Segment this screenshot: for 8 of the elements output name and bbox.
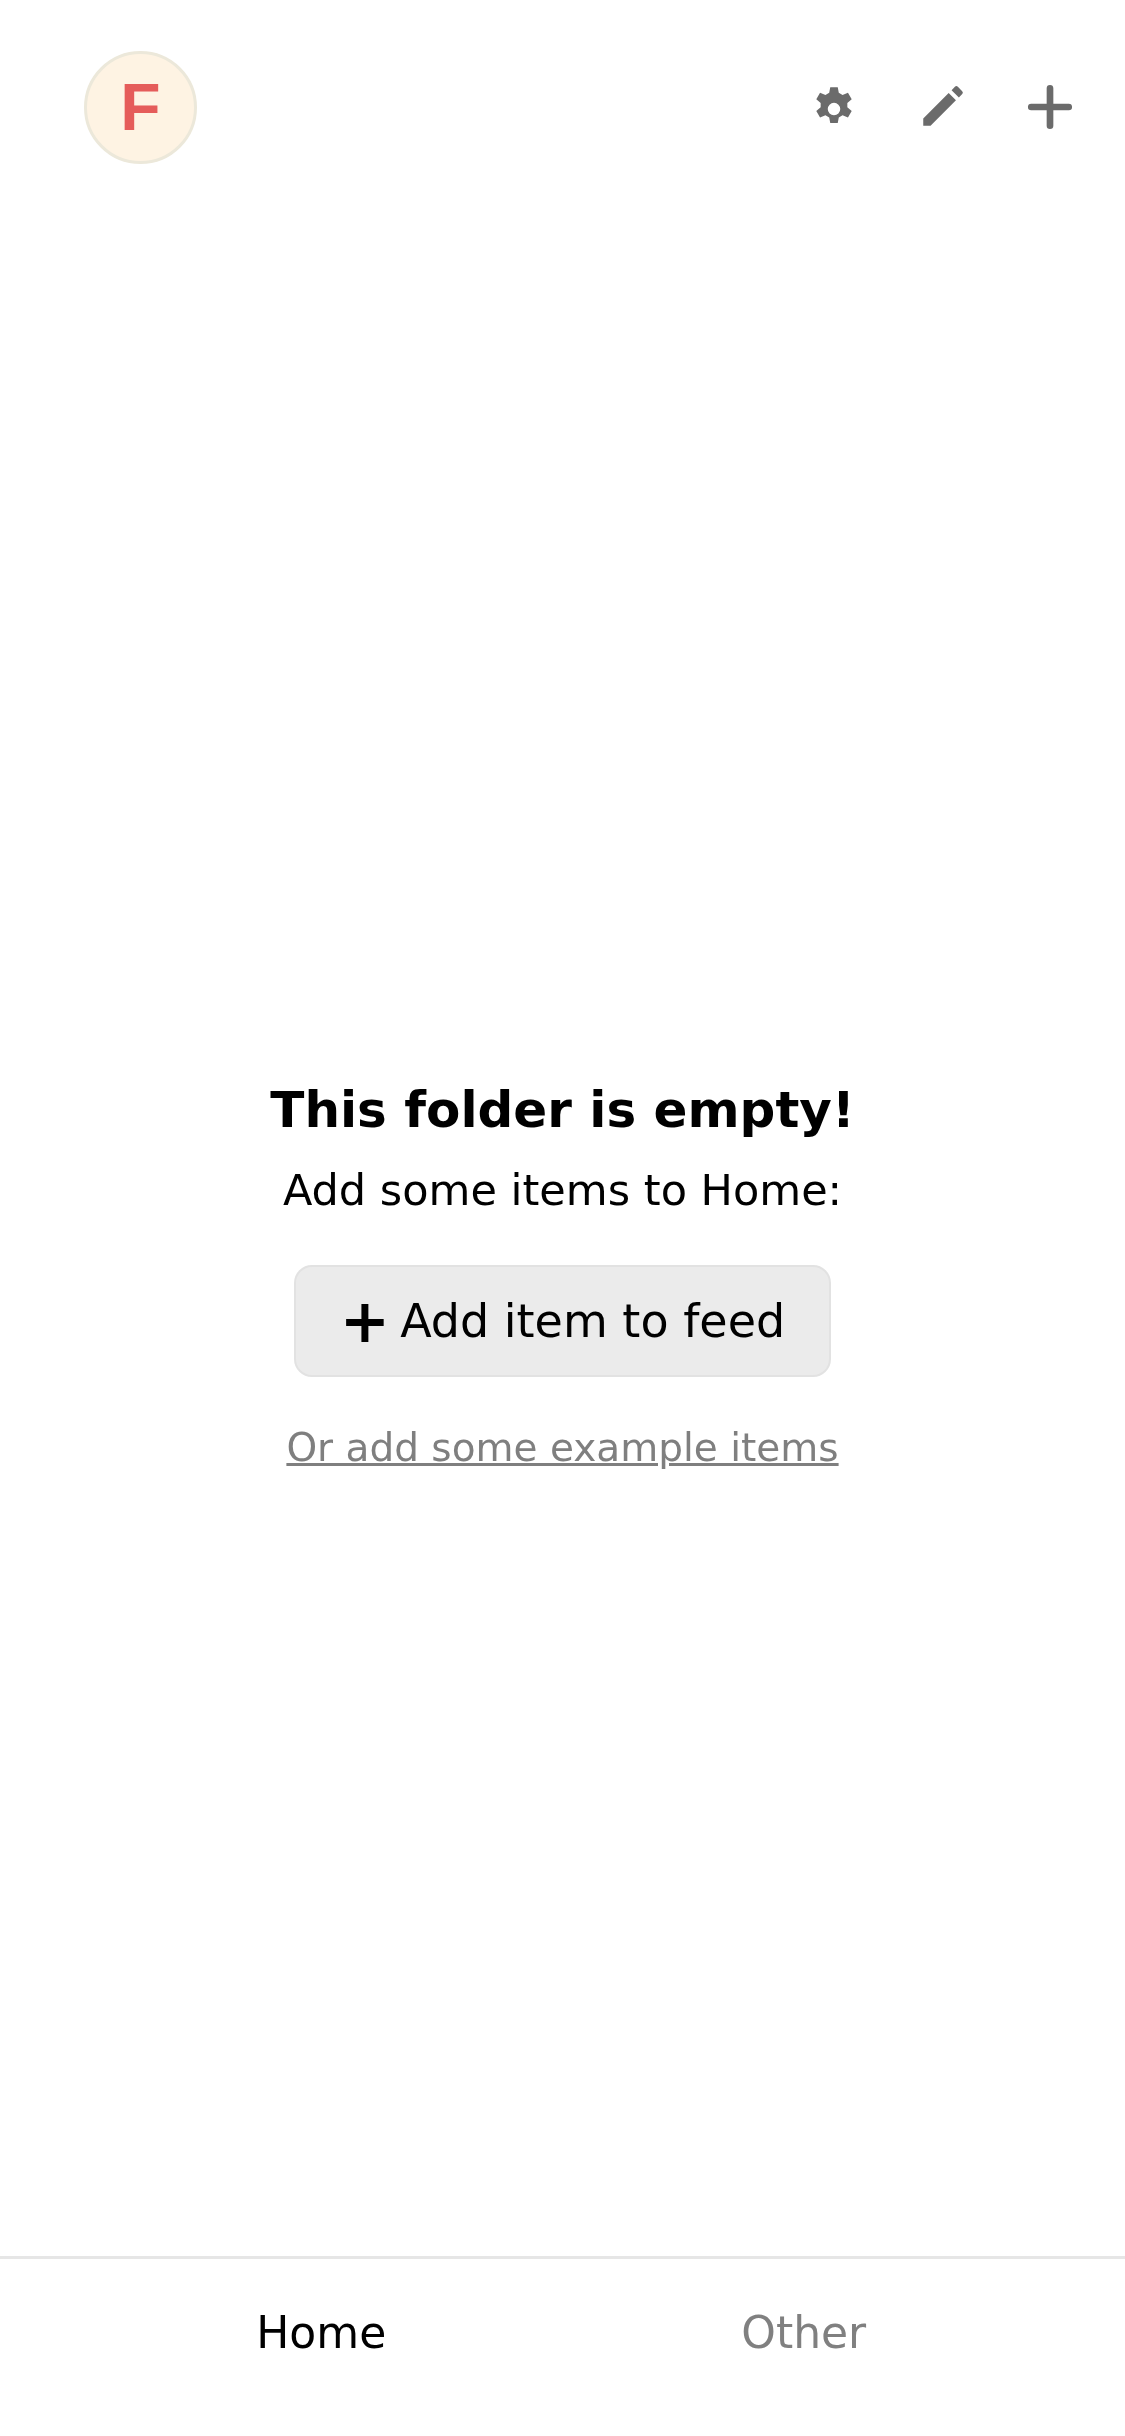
empty-message: Add some items to Home: bbox=[282, 1164, 843, 1215]
example-items-link[interactable]: Or add some example items bbox=[286, 1424, 839, 1470]
tab[interactable]: Other bbox=[741, 2307, 867, 2358]
empty-title: This folder is empty! bbox=[270, 1080, 855, 1139]
add-icon[interactable] bbox=[1025, 82, 1075, 132]
add-item-button[interactable]: + Add item to feed bbox=[294, 1264, 831, 1377]
logo[interactable]: F bbox=[84, 50, 197, 164]
tab[interactable]: Home bbox=[256, 2307, 387, 2358]
